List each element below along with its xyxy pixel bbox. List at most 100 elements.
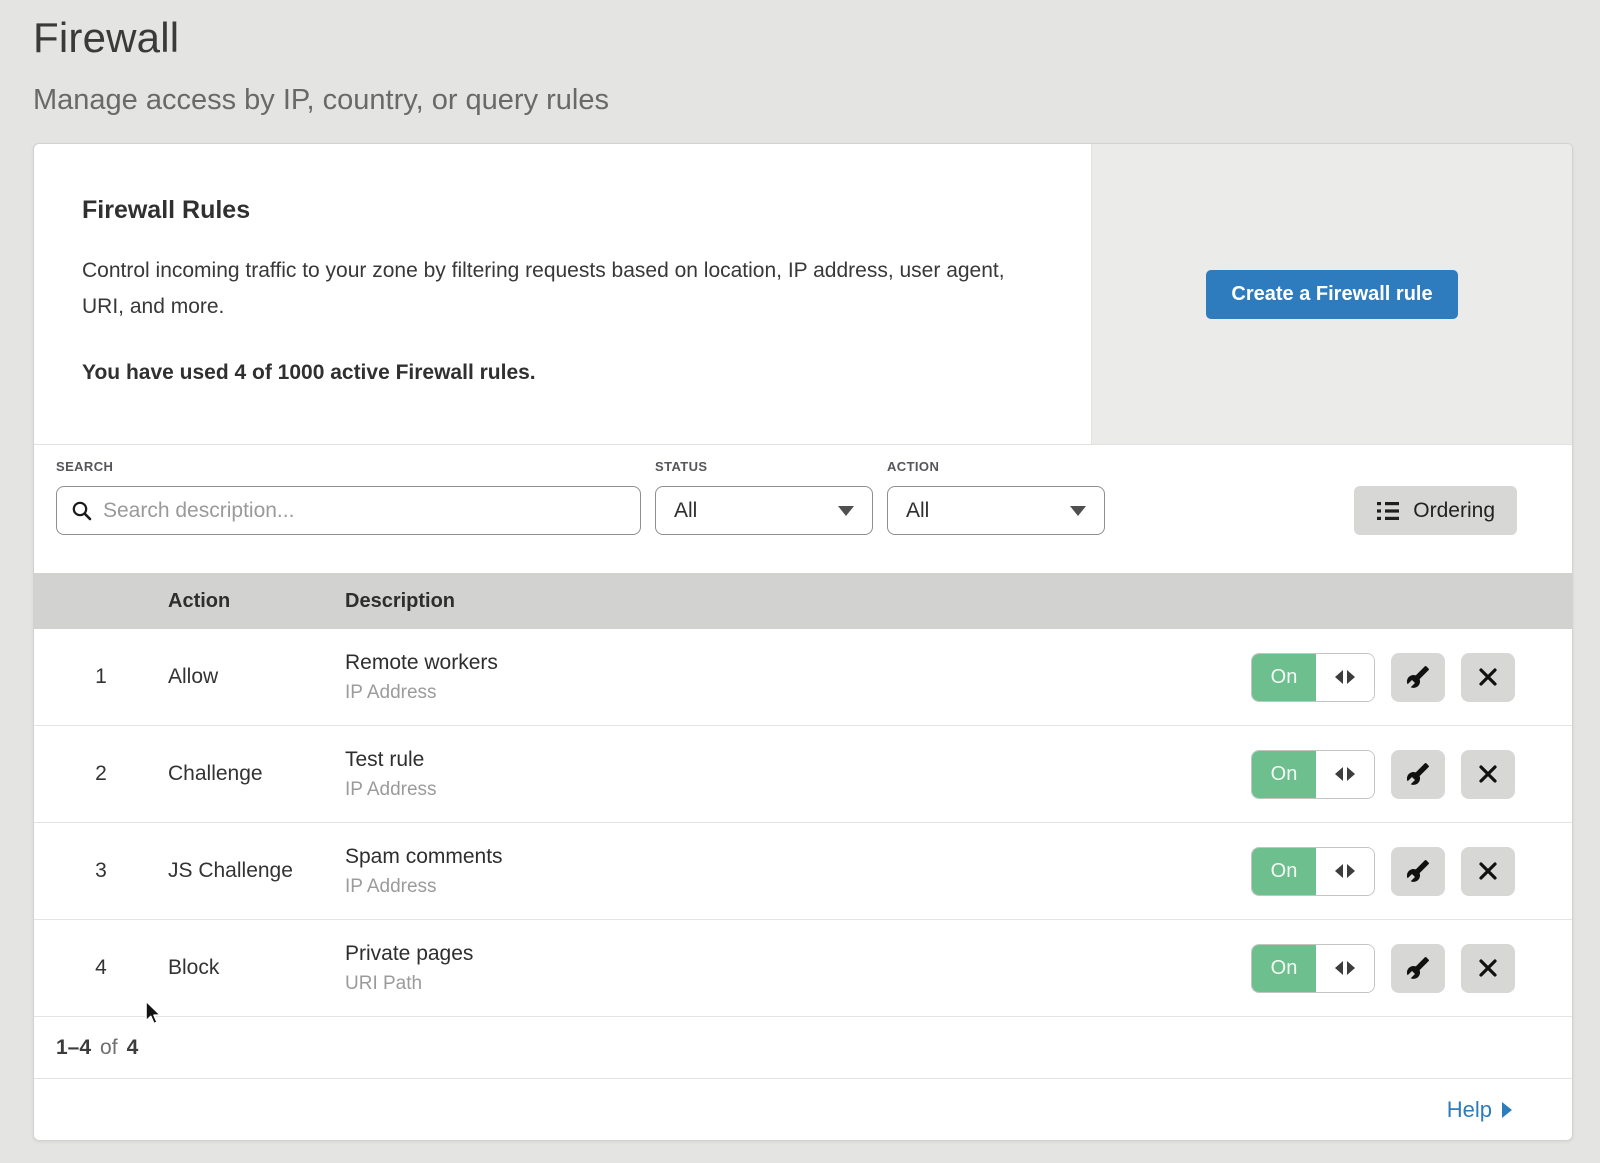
filter-bar: SEARCH STATUS All ACTION All — [34, 444, 1572, 573]
pagination: 1–4 of 4 — [34, 1017, 1572, 1078]
arrow-left-icon — [1335, 864, 1343, 878]
delete-rule-button[interactable] — [1461, 750, 1515, 799]
firewall-rules-card: Firewall Rules Control incoming traffic … — [33, 143, 1573, 1141]
status-filter-group: STATUS All — [655, 459, 873, 535]
firewall-rules-table: 1 Allow Remote workers IP Address On — [34, 629, 1572, 1017]
edit-rule-button[interactable] — [1391, 847, 1445, 896]
intro-text-block: Firewall Rules Control incoming traffic … — [34, 144, 1091, 444]
rule-description-cell: Private pages URI Path — [345, 942, 1251, 995]
rule-action: JS Challenge — [168, 859, 345, 883]
ordered-list-icon — [1376, 500, 1400, 522]
toggle-arrows-icon[interactable] — [1316, 654, 1374, 701]
edit-rule-button[interactable] — [1391, 944, 1445, 993]
arrow-left-icon — [1335, 961, 1343, 975]
page-title: Firewall — [33, 14, 1600, 62]
rule-action: Challenge — [168, 762, 345, 786]
action-filter-group: ACTION All — [887, 459, 1105, 535]
rule-match-type: IP Address — [345, 876, 1251, 898]
toggle-on-label[interactable]: On — [1252, 848, 1316, 895]
toggle-arrows-icon[interactable] — [1316, 945, 1374, 992]
delete-rule-button[interactable] — [1461, 653, 1515, 702]
action-select[interactable]: All — [887, 486, 1105, 535]
action-column-header: Action — [168, 590, 345, 613]
action-label: ACTION — [887, 459, 1105, 474]
table-header: Action Description — [34, 573, 1572, 629]
rule-enabled-toggle[interactable]: On — [1251, 653, 1375, 702]
status-select[interactable]: All — [655, 486, 873, 535]
rule-match-type: URI Path — [345, 973, 1251, 995]
toggle-arrows-icon[interactable] — [1316, 751, 1374, 798]
arrow-right-icon — [1347, 767, 1355, 781]
cta-panel: Create a Firewall rule — [1091, 144, 1572, 444]
page-subtitle: Manage access by IP, country, or query r… — [33, 84, 1600, 117]
ordering-button[interactable]: Ordering — [1354, 486, 1517, 535]
rule-match-type: IP Address — [345, 682, 1251, 704]
page-header: Firewall Manage access by IP, country, o… — [0, 0, 1600, 117]
rule-match-type: IP Address — [345, 779, 1251, 801]
table-row: 4 Block Private pages URI Path On — [34, 920, 1572, 1017]
rule-priority: 3 — [34, 859, 168, 883]
create-firewall-rule-button[interactable]: Create a Firewall rule — [1206, 270, 1457, 319]
description-column-header: Description — [345, 590, 1572, 613]
search-icon — [71, 500, 93, 522]
arrow-right-icon — [1347, 961, 1355, 975]
search-input[interactable] — [103, 499, 626, 523]
pagination-total: 4 — [127, 1036, 139, 1060]
rule-priority: 2 — [34, 762, 168, 786]
rule-action: Allow — [168, 665, 345, 689]
wrench-icon — [1406, 859, 1430, 883]
chevron-down-icon — [1070, 506, 1086, 516]
card-description: Control incoming traffic to your zone by… — [82, 253, 1027, 325]
help-link-label: Help — [1447, 1097, 1492, 1123]
rule-description: Private pages — [345, 942, 1251, 966]
rule-enabled-toggle[interactable]: On — [1251, 847, 1375, 896]
rule-controls: On — [1251, 944, 1515, 993]
arrow-right-icon — [1347, 864, 1355, 878]
rule-description: Spam comments — [345, 845, 1251, 869]
rule-enabled-toggle[interactable]: On — [1251, 750, 1375, 799]
rule-action: Block — [168, 956, 345, 980]
action-selected-value: All — [906, 499, 929, 523]
rule-controls: On — [1251, 750, 1515, 799]
table-row: 3 JS Challenge Spam comments IP Address … — [34, 823, 1572, 920]
arrow-left-icon — [1335, 767, 1343, 781]
close-icon — [1477, 763, 1499, 785]
toggle-on-label[interactable]: On — [1252, 751, 1316, 798]
edit-rule-button[interactable] — [1391, 750, 1445, 799]
rule-enabled-toggle[interactable]: On — [1251, 944, 1375, 993]
arrow-left-icon — [1335, 670, 1343, 684]
arrow-right-icon — [1347, 670, 1355, 684]
close-icon — [1477, 860, 1499, 882]
rule-description: Remote workers — [345, 651, 1251, 675]
toggle-on-label[interactable]: On — [1252, 945, 1316, 992]
arrow-right-icon — [1502, 1102, 1512, 1118]
table-row: 1 Allow Remote workers IP Address On — [34, 629, 1572, 726]
edit-rule-button[interactable] — [1391, 653, 1445, 702]
pagination-of-label: of — [100, 1036, 118, 1060]
rule-priority: 1 — [34, 665, 168, 689]
rules-usage-text: You have used 4 of 1000 active Firewall … — [82, 361, 1035, 385]
search-box — [56, 486, 641, 535]
search-label: SEARCH — [56, 459, 641, 474]
table-row: 2 Challenge Test rule IP Address On — [34, 726, 1572, 823]
close-icon — [1477, 666, 1499, 688]
delete-rule-button[interactable] — [1461, 944, 1515, 993]
intro-section: Firewall Rules Control incoming traffic … — [34, 144, 1572, 444]
wrench-icon — [1406, 956, 1430, 980]
search-filter-group: SEARCH — [56, 459, 641, 535]
help-link[interactable]: Help — [1447, 1097, 1512, 1123]
ordering-button-label: Ordering — [1413, 499, 1495, 523]
status-selected-value: All — [674, 499, 697, 523]
toggle-arrows-icon[interactable] — [1316, 848, 1374, 895]
delete-rule-button[interactable] — [1461, 847, 1515, 896]
close-icon — [1477, 957, 1499, 979]
pagination-range: 1–4 — [56, 1036, 91, 1060]
rule-description-cell: Remote workers IP Address — [345, 651, 1251, 704]
wrench-icon — [1406, 762, 1430, 786]
rule-description: Test rule — [345, 748, 1251, 772]
toggle-on-label[interactable]: On — [1252, 654, 1316, 701]
chevron-down-icon — [838, 506, 854, 516]
rule-priority: 4 — [34, 956, 168, 980]
wrench-icon — [1406, 665, 1430, 689]
rule-controls: On — [1251, 653, 1515, 702]
